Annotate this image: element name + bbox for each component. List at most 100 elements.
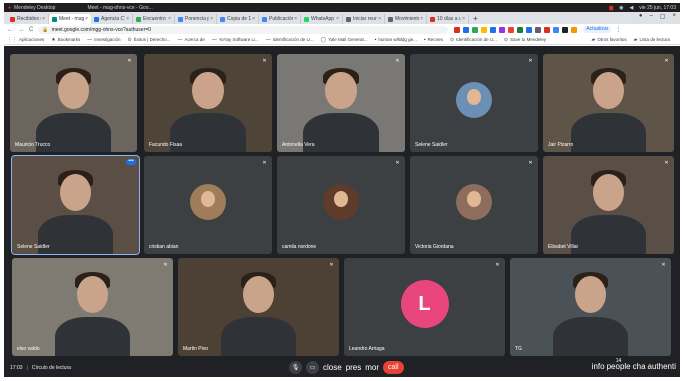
- tab-close-icon[interactable]: ×: [336, 16, 339, 22]
- maximize-icon[interactable]: ▢: [660, 13, 666, 20]
- record-icon[interactable]: ●: [639, 13, 643, 20]
- extension-icon[interactable]: [535, 26, 542, 33]
- participant-tile[interactable]: Victoria Giordana ✕: [410, 156, 538, 254]
- bookmark-label: Bookmarks: [57, 37, 81, 42]
- tab-item[interactable]: Iniciar reunión ×: [343, 14, 385, 24]
- avatar-face: [333, 191, 349, 208]
- back-icon[interactable]: ←: [7, 27, 13, 33]
- bookmark-item[interactable]: ★ Bookmarks: [51, 37, 80, 43]
- present-button[interactable]: pres: [346, 361, 362, 374]
- tab-label: Publicación Co: [269, 16, 294, 22]
- tab-close-icon[interactable]: ×: [462, 16, 465, 22]
- tab-close-icon[interactable]: ×: [85, 16, 88, 22]
- participant-tile[interactable]: Mauricio Trucco ✕: [10, 54, 137, 152]
- bookmark-folder[interactable]: ▰ Otros favoritos: [591, 37, 626, 43]
- tab-item[interactable]: WhatsApp ×: [301, 14, 343, 24]
- participant-tile[interactable]: Facundo Fisaa ✕: [144, 54, 272, 152]
- end-call-button[interactable]: call: [383, 361, 404, 374]
- participant-tile[interactable]: Jair Pizarro ✕: [543, 54, 674, 152]
- participant-video-head: [76, 275, 109, 314]
- reload-icon[interactable]: C: [29, 27, 33, 33]
- participant-tile[interactable]: camila nordone ✕: [277, 156, 405, 254]
- tab-item[interactable]: Recibidos (20) ×: [7, 14, 49, 24]
- extension-icon[interactable]: [553, 26, 560, 33]
- bookmark-item[interactable]: ⊙ Save to Mendeley: [504, 37, 546, 43]
- extension-icon[interactable]: [463, 26, 470, 33]
- camera-toggle-button[interactable]: ▭: [306, 361, 319, 374]
- participant-tile[interactable]: Elisabet Villar ✕: [543, 156, 674, 254]
- participant-name: Selene Saidler: [17, 244, 50, 250]
- bookmark-item[interactable]: — Investigación: [87, 37, 120, 43]
- bookmark-item[interactable]: ⊙ Éxitos | Derecho...: [128, 37, 171, 43]
- tab-close-icon[interactable]: ×: [210, 16, 213, 22]
- tab-item[interactable]: Movimiento (1) ×: [385, 14, 427, 24]
- extension-icon[interactable]: [571, 26, 578, 33]
- tab-item[interactable]: Meet - mag... ×: [49, 14, 91, 24]
- close-icon[interactable]: ×: [672, 13, 676, 20]
- participant-tile[interactable]: elso valdo ✕: [12, 258, 173, 356]
- participant-tile[interactable]: cristian abian ✕: [144, 156, 272, 254]
- extension-icon[interactable]: [490, 26, 497, 33]
- tab-close-icon[interactable]: ×: [420, 16, 423, 22]
- activities-button[interactable]: authenti: [648, 362, 676, 371]
- bookmark-item[interactable]: ⋮⋮ Aplicaciones: [7, 37, 44, 43]
- minimize-icon[interactable]: –: [649, 13, 652, 20]
- url-input[interactable]: 🔒 meet.google.com/mgg-ohns-vce?authuser=…: [38, 25, 449, 34]
- participant-tile[interactable]: Selene Saidler •••: [11, 155, 140, 255]
- update-button[interactable]: Actualizar: [583, 26, 612, 33]
- tab-item[interactable]: Copia de 1. Art ×: [217, 14, 259, 24]
- tab-close-icon[interactable]: ×: [252, 16, 255, 22]
- tab-favicon-icon: [388, 16, 393, 22]
- mic-muted-icon: ✕: [661, 262, 666, 268]
- info-button[interactable]: info: [592, 362, 605, 371]
- participant-tile[interactable]: Antonella Vera ✕: [277, 54, 405, 152]
- bookmark-item[interactable]: — YoYay Software Li...: [212, 37, 259, 43]
- people-count-badge: 14: [615, 358, 622, 364]
- bookmark-label: YoYay Software Li...: [218, 37, 259, 42]
- meet-window-title: Meet - mag-ohns-vce - Goo...: [87, 4, 153, 11]
- mic-toggle-button[interactable]: 🎙: [289, 361, 302, 374]
- new-tab-button[interactable]: +: [473, 14, 478, 24]
- tab-favicon-icon: [304, 16, 309, 22]
- forward-icon[interactable]: →: [18, 27, 24, 33]
- extension-icon[interactable]: [517, 26, 524, 33]
- tab-item[interactable]: 10 días a un pr ×: [427, 14, 469, 24]
- extension-icon[interactable]: [454, 26, 461, 33]
- tab-close-icon[interactable]: ×: [168, 16, 171, 22]
- participant-avatar: [456, 184, 492, 220]
- chat-button[interactable]: cha: [633, 362, 646, 371]
- meet-side-controls: info 14 people cha authenti: [592, 358, 676, 371]
- bookmark-folder[interactable]: ▰ Lista de lectura: [634, 37, 670, 43]
- participant-tile[interactable]: L Leandro Arriaga ✕: [344, 258, 505, 356]
- more-button[interactable]: mor: [365, 361, 379, 374]
- captions-button[interactable]: close: [323, 361, 342, 374]
- bookmark-item[interactable]: — Acerca de: [177, 37, 204, 43]
- more-options-icon[interactable]: •••: [126, 159, 136, 165]
- tab-item[interactable]: Agencia CTyI ×: [91, 14, 133, 24]
- tab-close-icon[interactable]: ×: [294, 16, 297, 22]
- participant-tile[interactable]: Selene Saidler ✕: [410, 54, 538, 152]
- tab-close-icon[interactable]: ×: [42, 16, 45, 22]
- participant-tile[interactable]: TG ✕: [510, 258, 671, 356]
- meet-area: Mauricio Trucco ✕ Facundo Fisaa ✕ Antonella …: [4, 46, 680, 377]
- bookmark-item[interactable]: ▪ human w/Bldg ge...: [375, 37, 417, 43]
- extension-icon[interactable]: [526, 26, 533, 33]
- extension-icon[interactable]: [481, 26, 488, 33]
- extension-icon[interactable]: [544, 26, 551, 33]
- os-top-bar: ● Mendeley Desktop Meet - mag-ohns-vce -…: [4, 3, 680, 12]
- tab-close-icon[interactable]: ×: [126, 16, 129, 22]
- tab-close-icon[interactable]: ×: [378, 16, 381, 22]
- extension-icon[interactable]: [499, 26, 506, 33]
- extension-icon[interactable]: [508, 26, 515, 33]
- tab-item[interactable]: Encuentro Pol ×: [133, 14, 175, 24]
- extension-icon[interactable]: [472, 26, 479, 33]
- extension-icon[interactable]: [562, 26, 569, 33]
- participant-tile[interactable]: Martin Pivo ✕: [178, 258, 339, 356]
- tab-item[interactable]: Publicación Co ×: [259, 14, 301, 24]
- bookmark-item[interactable]: ◯ Yale Mail Generat...: [321, 37, 368, 43]
- tab-item[interactable]: Ponencia para ×: [175, 14, 217, 24]
- bookmark-item[interactable]: — Identificación de U...: [266, 37, 314, 43]
- bookmark-item[interactable]: ⊙ Identificación de U...: [450, 37, 497, 43]
- bookmark-item[interactable]: ▪ Recnes: [424, 37, 443, 43]
- menu-icon[interactable]: ⋮: [615, 26, 621, 33]
